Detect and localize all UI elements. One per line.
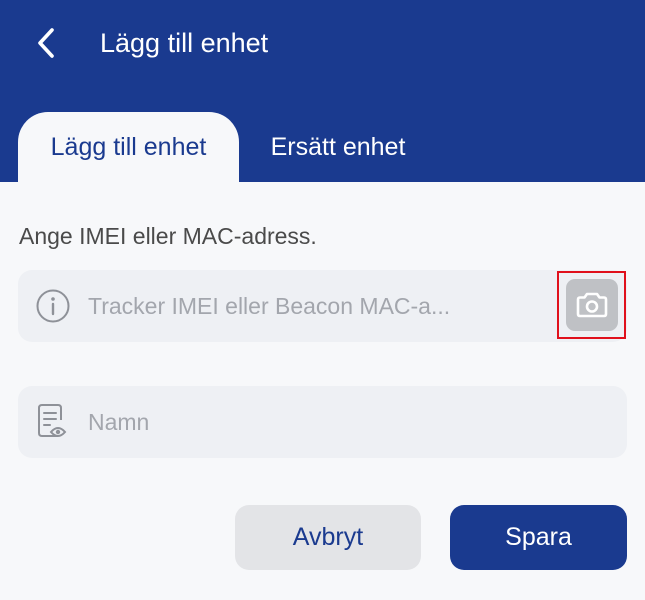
instruction-text: Ange IMEI eller MAC-adress.: [19, 223, 317, 249]
page-title: Lägg till enhet: [100, 28, 269, 58]
header-bar: Lägg till enhet Lägg till enhet Ersätt e…: [0, 0, 645, 182]
save-button[interactable]: Spara: [450, 505, 627, 570]
camera-icon: [576, 292, 607, 318]
cancel-button-label: Avbryt: [292, 523, 364, 551]
tab-replace-device-label: Ersätt enhet: [270, 132, 406, 161]
name-field[interactable]: [18, 386, 627, 458]
cancel-button[interactable]: Avbryt: [235, 505, 421, 570]
imei-input[interactable]: [88, 270, 538, 342]
camera-button-face: [565, 279, 618, 331]
scan-camera-button[interactable]: [557, 271, 626, 339]
tab-add-device[interactable]: Lägg till enhet: [18, 112, 239, 182]
save-button-label: Spara: [505, 523, 572, 551]
info-icon: [35, 288, 71, 324]
add-device-screen: Lägg till enhet Lägg till enhet Ersätt e…: [0, 0, 645, 600]
name-input[interactable]: [88, 386, 608, 458]
imei-field[interactable]: [18, 270, 627, 342]
chevron-left-icon: [38, 28, 54, 58]
tab-add-device-label: Lägg till enhet: [50, 132, 207, 161]
tab-replace-device[interactable]: Ersätt enhet: [246, 112, 430, 182]
document-view-icon: [35, 404, 71, 440]
back-button[interactable]: [26, 22, 66, 64]
